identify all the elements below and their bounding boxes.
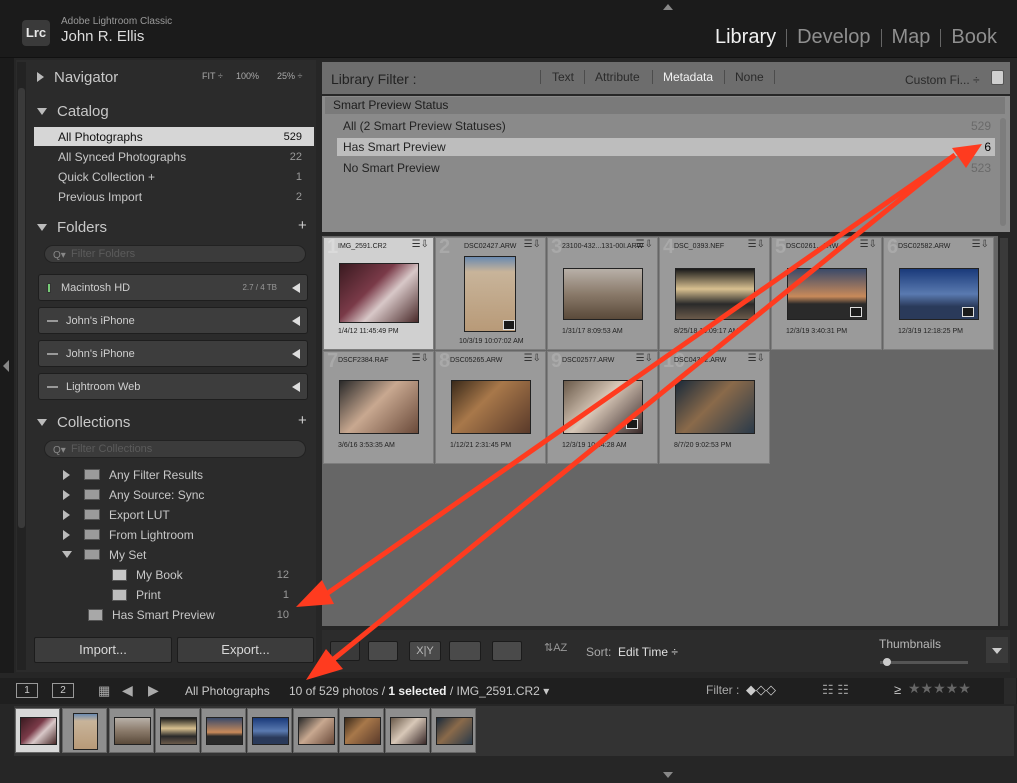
annotation-arrows (296, 144, 982, 680)
annotation-arrow-2 (328, 153, 957, 664)
lightroom-window: Lrc Adobe Lightroom Classic John R. Elli… (0, 0, 1017, 783)
annotation-arrow-tail (952, 144, 982, 168)
annotation-arrow-1 (323, 152, 957, 598)
annotation-arrowhead-1 (296, 580, 334, 607)
